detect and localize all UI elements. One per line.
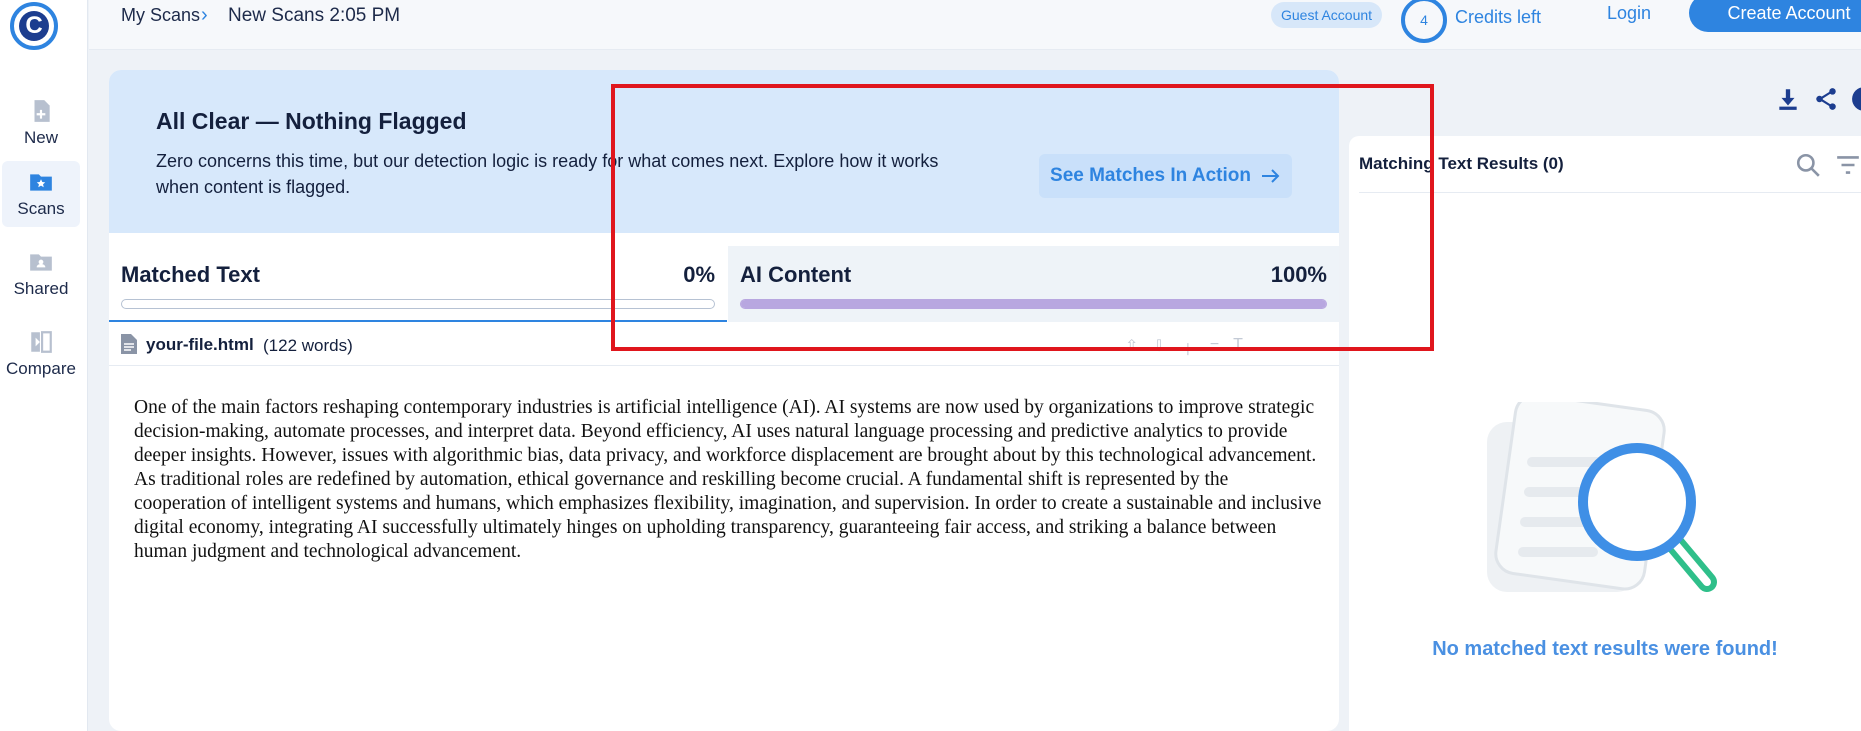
- see-matches-button[interactable]: See Matches In Action: [1039, 154, 1292, 198]
- sidebar-item-shared[interactable]: Shared: [2, 241, 80, 307]
- zoom-in-icon[interactable]: ＋: [1180, 336, 1196, 360]
- banner-title: All Clear — Nothing Flagged: [156, 108, 467, 134]
- filter-icon[interactable]: [1835, 152, 1861, 178]
- credits-label: Credits left: [1455, 7, 1542, 27]
- new-document-icon: [34, 100, 50, 122]
- empty-results-message: No matched text results were found!: [1432, 638, 1778, 660]
- matched-progress-bar: [121, 299, 715, 309]
- share-icon[interactable]: [1813, 86, 1839, 112]
- banner-text: Zero concerns this time, but our detecti…: [156, 151, 939, 197]
- document-text: One of the main factors reshaping contem…: [134, 397, 1322, 562]
- tab-matched-text[interactable]: Matched Text 0%: [109, 246, 727, 322]
- shared-folder-icon: [30, 254, 52, 271]
- login-link[interactable]: Login: [1607, 3, 1651, 24]
- sidebar-item-compare[interactable]: Compare: [2, 321, 80, 387]
- zoom-out-icon[interactable]: −: [1210, 336, 1219, 360]
- guest-account-badge: Guest Account: [1271, 2, 1383, 28]
- tab-ai-content[interactable]: AI Content 100%: [728, 246, 1339, 322]
- report-actions: [1775, 86, 1861, 112]
- search-icon[interactable]: [1795, 152, 1821, 178]
- compare-icon: [31, 331, 52, 353]
- download-icon[interactable]: [1775, 86, 1801, 112]
- see-matches-label: See Matches In Action: [1050, 165, 1251, 186]
- ai-progress-fill: [741, 300, 1326, 308]
- star-folder-icon: [30, 174, 52, 191]
- credits-counter: 4: [1401, 0, 1447, 43]
- sidebar-item-label: Shared: [13, 279, 69, 298]
- more-options-icon[interactable]: [1851, 86, 1861, 112]
- top-bar: My Scans › New Scans 2:05 PM Guest Accou…: [89, 0, 1861, 50]
- tab-label: Matched Text: [121, 262, 260, 287]
- ai-progress-bar: [740, 299, 1327, 309]
- sidebar: C New Scans Shared Compare: [0, 0, 88, 731]
- breadcrumb-current: New Scans 2:05 PM: [228, 5, 401, 26]
- sidebar-item-new[interactable]: New: [2, 90, 80, 156]
- results-title: Matching Text Results (0): [1359, 154, 1564, 173]
- sidebar-item-scans[interactable]: Scans: [2, 161, 80, 227]
- sidebar-item-label: Scans: [17, 199, 65, 218]
- word-count: (122 words): [263, 336, 353, 355]
- file-icon: [121, 334, 137, 354]
- empty-results-illustration: [1487, 402, 1717, 592]
- chevron-right-icon: ›: [201, 4, 208, 26]
- all-clear-banner: All Clear — Nothing Flagged Zero concern…: [109, 70, 1339, 233]
- arrow-right-icon: [1261, 169, 1280, 183]
- sidebar-item-label: Compare: [6, 359, 76, 378]
- file-info-bar: your-file.html (122 words) ⇧ ⇩ ＋ − T: [109, 324, 1339, 366]
- divider: [1359, 192, 1861, 193]
- tab-percent: 0%: [683, 262, 715, 287]
- report-panel: All Clear — Nothing Flagged Zero concern…: [109, 70, 1339, 731]
- create-account-button[interactable]: Create Account: [1689, 0, 1861, 32]
- logo-letter: C: [19, 11, 49, 41]
- file-name: your-file.html: [146, 335, 254, 354]
- logo[interactable]: C: [10, 2, 58, 50]
- sidebar-item-label: New: [23, 128, 58, 147]
- document-toolbar: ⇧ ⇩ ＋ − T: [1125, 336, 1243, 360]
- text-size-icon[interactable]: T: [1233, 336, 1243, 360]
- breadcrumb-my-scans[interactable]: My Scans: [121, 5, 200, 26]
- arrow-down-icon[interactable]: ⇩: [1152, 336, 1165, 360]
- tab-label: AI Content: [740, 262, 852, 287]
- tab-percent: 100%: [1270, 262, 1327, 287]
- arrow-up-icon[interactable]: ⇧: [1125, 336, 1138, 360]
- matching-results-panel: Matching Text Results (0) No matched tex…: [1349, 136, 1861, 731]
